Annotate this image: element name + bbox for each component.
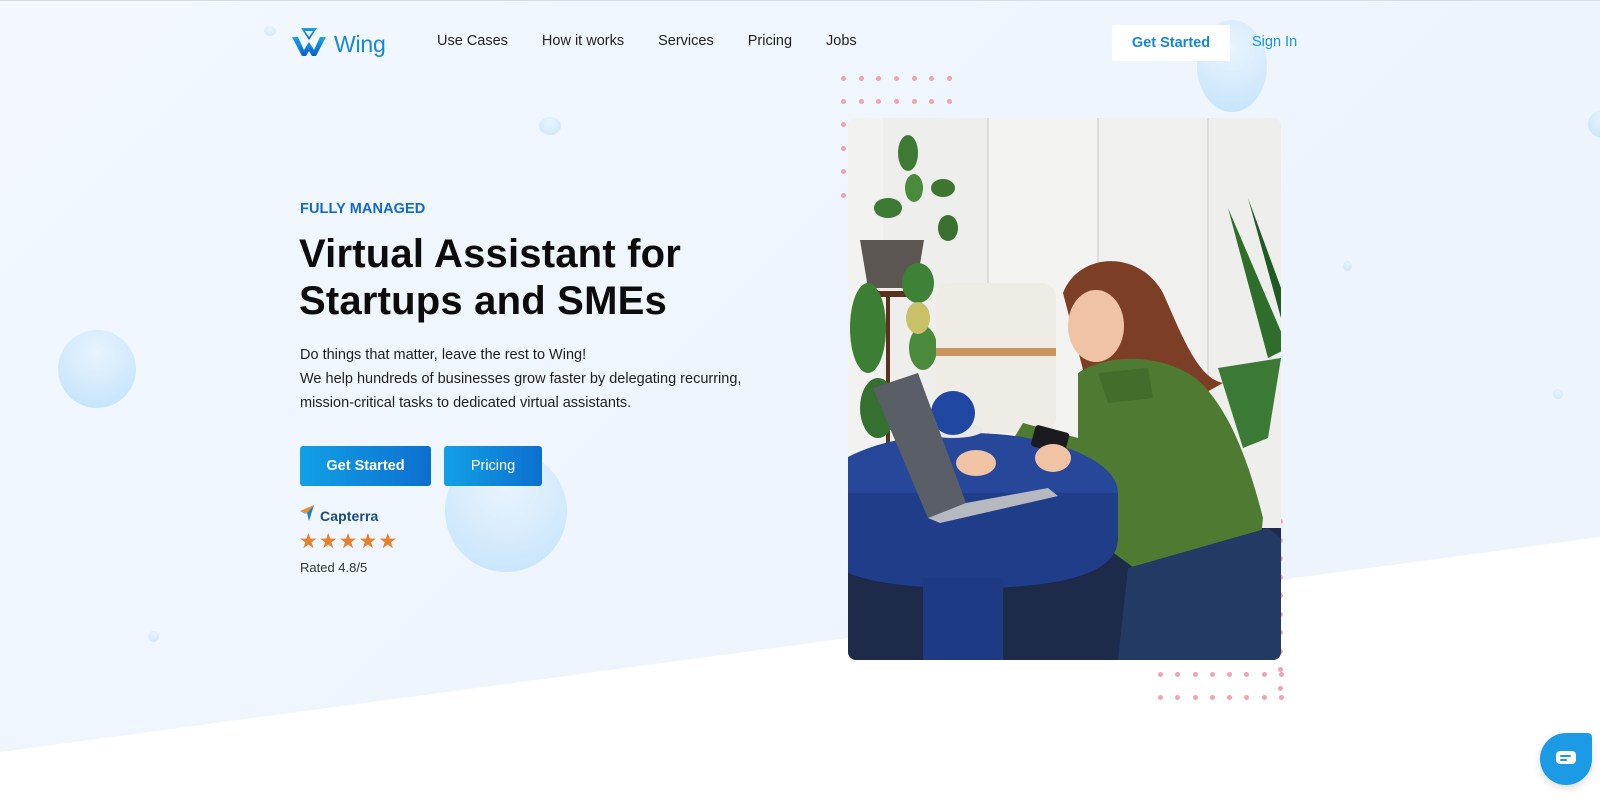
decorative-bubble	[1553, 389, 1563, 399]
chat-bubble-icon	[1555, 749, 1577, 770]
nav-get-started-button[interactable]: Get Started	[1112, 25, 1230, 61]
hero-get-started-button[interactable]: Get Started	[300, 446, 431, 486]
hero-description-line-3: mission-critical tasks to dedicated virt…	[300, 395, 632, 411]
star-rating: ★ ★ ★ ★ ★	[299, 531, 397, 553]
chat-widget-button[interactable]	[1540, 733, 1592, 785]
hero-pricing-button[interactable]: Pricing	[444, 446, 542, 486]
star-icon: ★	[358, 530, 378, 553]
capterra-label: Capterra	[320, 507, 379, 524]
hero-title-line-1: Virtual Assistant for	[299, 232, 682, 276]
wing-logo-icon	[292, 27, 326, 62]
main-nav: Use Cases How it works Services Pricing …	[437, 33, 857, 49]
hero-title-line-2: Startups and SMEs	[299, 279, 667, 323]
hero-eyebrow: FULLY MANAGED	[300, 201, 426, 217]
decorative-bubble	[58, 330, 136, 408]
star-icon: ★	[338, 530, 358, 553]
star-icon: ★	[299, 530, 318, 553]
nav-link-services[interactable]: Services	[658, 33, 714, 49]
decorative-bubble	[539, 117, 561, 135]
sign-in-link[interactable]: Sign In	[1252, 34, 1297, 50]
hero-description-line-1: Do things that matter, leave the rest to…	[300, 347, 587, 363]
decorative-dots-left	[841, 122, 846, 198]
decorative-bubble	[148, 631, 159, 642]
hero-description: Do things that matter, leave the rest to…	[300, 343, 790, 415]
navbar: Wing Use Cases How it works Services Pri…	[0, 0, 1600, 86]
decorative-dots-bottom	[1158, 672, 1285, 700]
brand-name: Wing	[334, 31, 386, 57]
decorative-dots-top	[841, 76, 953, 104]
capterra-badge[interactable]: Capterra	[300, 505, 378, 526]
nav-link-pricing[interactable]: Pricing	[748, 33, 792, 49]
capterra-arrow-icon	[300, 505, 317, 526]
star-icon: ★	[378, 530, 398, 553]
hero-description-line-2: We help hundreds of businesses grow fast…	[300, 371, 742, 387]
nav-link-how-it-works[interactable]: How it works	[542, 33, 624, 49]
hero-image	[848, 118, 1281, 660]
nav-link-jobs[interactable]: Jobs	[826, 33, 857, 49]
hero-title: Virtual Assistant for Startups and SMEs	[299, 231, 799, 325]
nav-link-use-cases[interactable]: Use Cases	[437, 33, 508, 49]
decorative-bubble	[1343, 261, 1352, 271]
star-icon: ★	[318, 530, 338, 553]
logo-link[interactable]: Wing	[292, 27, 386, 62]
rating-text: Rated 4.8/5	[300, 560, 368, 575]
